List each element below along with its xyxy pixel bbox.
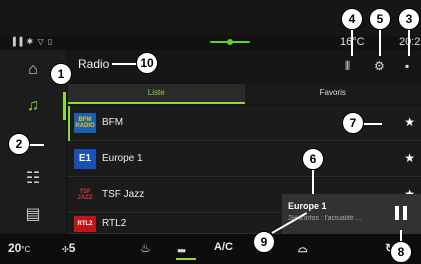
page-indicator [210, 39, 250, 45]
seat-level-indicator [176, 258, 196, 260]
infotainment-screen: ▐▐ ✱ ▽ ▯ 16°C 20:2 ⌂ ♫ ☷ ▤ Radio ⫴ ⚙ ▪ L… [0, 0, 421, 264]
callout-6: 6 [302, 148, 324, 170]
apps-icon[interactable]: ☷ [0, 160, 66, 196]
tab-favorites[interactable]: Favoris [244, 84, 421, 104]
status-icons: ▐▐ ✱ ▽ ▯ [10, 37, 54, 46]
callout-1: 1 [50, 63, 72, 85]
callout-5: 5 [369, 8, 391, 30]
callout-leader [408, 30, 410, 56]
tab-list[interactable]: Liste [68, 84, 245, 104]
callout-2: 2 [8, 133, 30, 155]
equalizer-icon[interactable]: ⫴ [345, 59, 350, 74]
ac-button[interactable]: A/C [214, 241, 233, 253]
seat-icon[interactable]: ⑉ [178, 241, 185, 255]
climate-bar: 20°C ✣5 ♨ ⑉ A/C ≈ ⌓ ↻ [0, 234, 421, 264]
favorite-star-icon[interactable]: ★ [404, 115, 415, 129]
callout-4: 4 [341, 8, 363, 30]
station-name: RTL2 [102, 218, 127, 229]
callout-leader [312, 170, 314, 194]
settings-icon[interactable]: ⚙ [374, 59, 385, 73]
station-name: TSF Jazz [102, 189, 145, 200]
tab-bar: Liste Favoris [68, 84, 421, 104]
list-item[interactable]: E1 Europe 1 ★ [68, 142, 421, 177]
callout-7: 7 [342, 112, 364, 134]
station-logo: TSF JAZZ [74, 185, 96, 205]
station-name: BFM [102, 117, 124, 128]
page-title: Radio [78, 57, 110, 71]
station-name: Europe 1 [102, 153, 143, 164]
station-logo: RTL2 [74, 216, 96, 232]
callout-10: 10 [136, 52, 158, 74]
temperature-left[interactable]: 20°C [8, 241, 30, 255]
callout-3: 3 [398, 8, 420, 30]
now-playing-station: Europe 1 [288, 201, 327, 211]
status-bar: ▐▐ ✱ ▽ ▯ 16°C 20:2 [0, 36, 421, 50]
music-icon[interactable]: ♫ [0, 88, 66, 124]
car-icon[interactable]: ▤ [0, 196, 66, 232]
callout-leader [379, 30, 381, 56]
callout-leader [351, 30, 353, 56]
callout-leader [28, 144, 44, 146]
favorite-star-icon[interactable]: ★ [404, 151, 415, 165]
defrost-icon[interactable]: ⌓ [298, 241, 308, 256]
station-logo: E1 [74, 149, 96, 169]
station-logo: BFM RADIO [74, 113, 96, 133]
source-icon[interactable]: ▪ [405, 59, 409, 73]
seat-heat-icon[interactable]: ♨ [140, 241, 151, 255]
fan-speed[interactable]: ✣5 [62, 241, 75, 255]
callout-8: 8 [390, 241, 412, 263]
pause-icon[interactable] [392, 205, 410, 223]
callout-9: 9 [253, 231, 275, 253]
